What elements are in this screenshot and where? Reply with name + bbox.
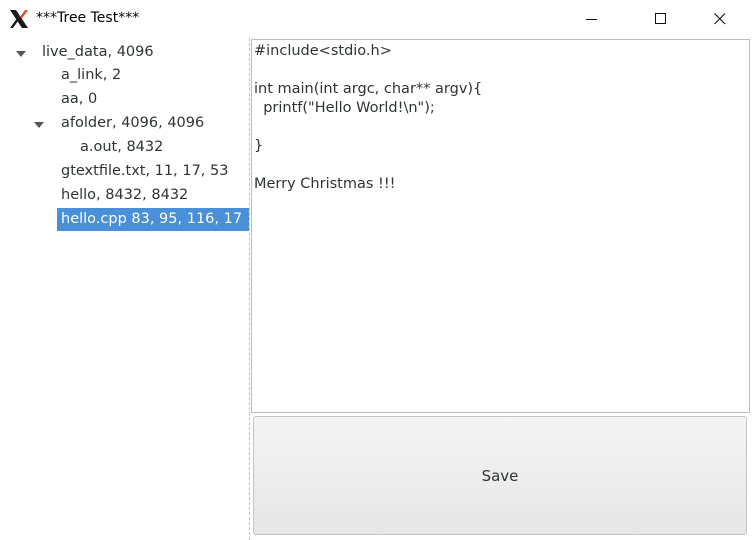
tree-row-label: a_link, 2 [61,67,122,83]
editor-content[interactable]: #include<stdio.h> int main(int argc, cha… [252,40,749,196]
tree-row-label: aa, 0 [61,91,98,107]
tree-row-live-data[interactable]: live_data, 4096 [38,41,249,64]
pane-divider[interactable] [249,38,250,540]
save-button[interactable]: Save [253,416,747,535]
tree-row-aa[interactable]: aa, 0 [57,88,249,111]
tree-row-label: a.out, 8432 [80,139,164,155]
expander-open-icon[interactable] [16,51,26,57]
tree-row-hello-cpp[interactable]: hello.cpp 83, 95, 116, 17 [57,208,249,231]
tree-row-label: hello.cpp 83, 95, 116, 17 [61,211,243,227]
expander-open-icon[interactable] [34,122,44,128]
tree-row-label: hello, 8432, 8432 [61,187,189,203]
tree-row-hello[interactable]: hello, 8432, 8432 [57,184,249,207]
tree-row-gtextfile[interactable]: gtextfile.txt, 11, 17, 53 [57,160,249,183]
close-icon[interactable] [697,0,743,38]
tree-row-label: afolder, 4096, 4096 [61,115,205,131]
x-logo-icon [8,8,30,30]
file-tree[interactable]: live_data, 4096 a_link, 2 aa, 0 afolder,… [0,38,249,540]
tree-row-a-out[interactable]: a.out, 8432 [76,136,249,159]
minimize-icon[interactable] [569,0,615,38]
tree-row-label: gtextfile.txt, 11, 17, 53 [61,163,229,179]
tree-row-a-link[interactable]: a_link, 2 [57,64,249,87]
tree-row-afolder[interactable]: afolder, 4096, 4096 [57,112,249,135]
maximize-icon[interactable] [638,0,684,38]
text-editor[interactable]: #include<stdio.h> int main(int argc, cha… [251,39,750,413]
tree-row-label: live_data, 4096 [42,44,154,60]
title-bar[interactable]: ***Tree Test*** [0,0,752,38]
window-title: ***Tree Test*** [36,10,140,26]
